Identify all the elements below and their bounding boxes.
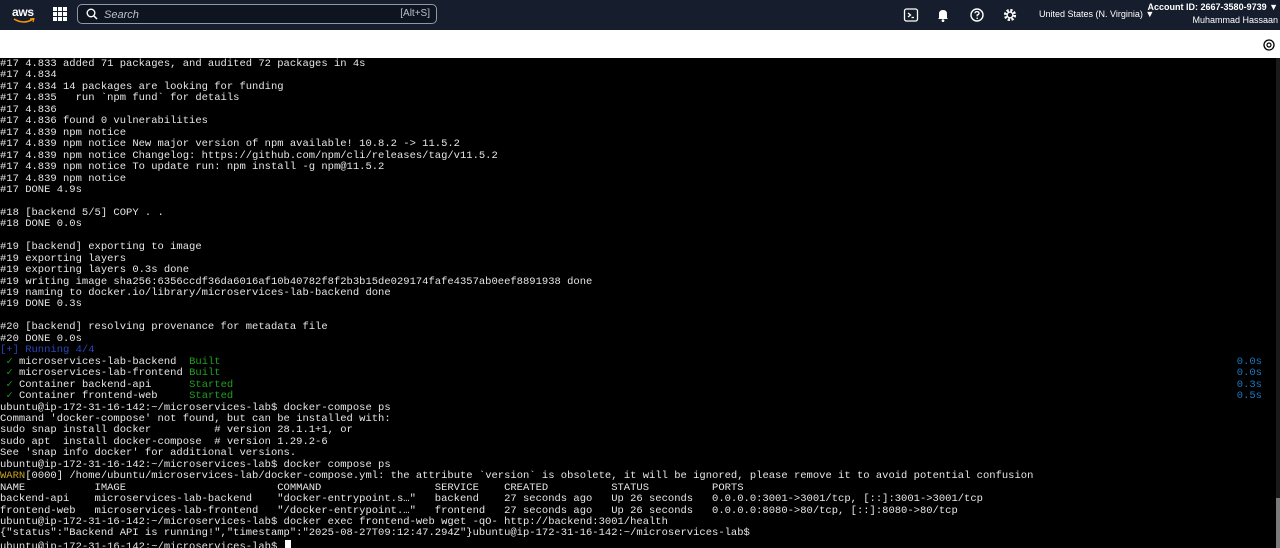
terminal-line: See 'snap info docker' for additional ve… bbox=[0, 447, 297, 460]
terminal-line: #19 naming to docker.io/library/microser… bbox=[0, 287, 391, 299]
service-duration: 0.0s bbox=[1236, 355, 1262, 368]
aws-logo-text: aws bbox=[12, 5, 34, 19]
terminal-line: #20 [backend] resolving provenance for m… bbox=[0, 321, 328, 334]
search-input[interactable] bbox=[102, 6, 386, 24]
terminal-scrollbar[interactable] bbox=[1276, 58, 1280, 548]
warn-message: [0000] /home/ubuntu/microservices-lab/do… bbox=[25, 470, 1034, 483]
service-status-line: ✓ Container frontend-web Started bbox=[0, 391, 233, 402]
service-status: Built bbox=[189, 355, 221, 368]
terminal-line: #19 exporting layers 0.3s done bbox=[0, 264, 190, 277]
terminal-line: sudo snap install docker # version 28.1.… bbox=[0, 424, 353, 437]
terminal-line: #17 4.835 run `npm fund` for details bbox=[0, 92, 240, 105]
user-name: Muhammad Hassaan bbox=[1192, 15, 1278, 25]
service-duration: 0.0s bbox=[1236, 367, 1262, 380]
terminal-line: #17 4.839 npm notice bbox=[0, 126, 127, 139]
bell-icon[interactable] bbox=[935, 7, 951, 23]
warning-line: WARN[0000] /home/ubuntu/microservices-la… bbox=[0, 471, 1033, 482]
terminal-line: #19 DONE 0.3s bbox=[0, 298, 82, 311]
terminal-line: {"status":"Backend API is running!","tim… bbox=[0, 527, 750, 540]
region-selector[interactable]: United States (N. Virginia) ▼ bbox=[1039, 9, 1154, 19]
running-status-line: [+] Running 4/4 bbox=[0, 344, 95, 357]
search-bar[interactable]: [Alt+S] bbox=[77, 4, 437, 24]
terminal-line: #19 exporting layers bbox=[0, 252, 127, 265]
check-icon: ✓ bbox=[6, 378, 13, 391]
terminal-line: #17 4.836 bbox=[0, 103, 57, 116]
terminal-line: ubuntu@ip-172-31-16-142:~/microservices-… bbox=[0, 401, 391, 414]
terminal-line: ubuntu@ip-172-31-16-142:~/microservices-… bbox=[0, 516, 668, 528]
terminal-line: #17 4.839 npm notice bbox=[0, 172, 127, 185]
service-duration: 0.5s bbox=[1236, 390, 1262, 403]
terminal-output[interactable]: #17 4.833 added 71 packages, and audited… bbox=[0, 58, 1276, 548]
service-status: Built bbox=[189, 367, 221, 380]
terminal-line: #17 4.836 found 0 vulnerabilities bbox=[0, 115, 208, 128]
terminal-line: backend-api microservices-lab-backend "d… bbox=[0, 493, 983, 506]
aws-logo[interactable]: aws bbox=[11, 4, 35, 26]
terminal-line: #18 [backend 5/5] COPY . . bbox=[0, 206, 164, 219]
scrollbar-thumb[interactable] bbox=[1276, 498, 1280, 548]
help-icon[interactable] bbox=[969, 7, 985, 23]
service-name: microservices-lab-frontend bbox=[18, 367, 183, 380]
service-status-line: ✓ Container backend-api Started bbox=[0, 378, 234, 391]
service-name: microservices-lab-backend bbox=[18, 355, 183, 368]
search-icon bbox=[86, 8, 98, 20]
settings-icon[interactable] bbox=[1263, 39, 1275, 51]
cloudshell-icon[interactable] bbox=[903, 7, 919, 23]
account-menu[interactable]: Account ID: 2667-3580-9739 ▼ Muhammad Ha… bbox=[1148, 1, 1278, 27]
shell-prompt: ubuntu@ip-172-31-16-142:~/microservices-… bbox=[0, 539, 291, 548]
terminal-line: NAME IMAGE COMMAND SERVICE CREATED STATU… bbox=[0, 481, 744, 494]
gear-icon[interactable] bbox=[1002, 7, 1018, 23]
terminal-line: #18 DONE 0.0s bbox=[0, 218, 82, 231]
warn-prefix: WARN bbox=[0, 470, 26, 483]
service-duration: 0.3s bbox=[1236, 378, 1262, 391]
check-icon: ✓ bbox=[6, 367, 13, 380]
terminal-line: sudo apt install docker-compose # versio… bbox=[0, 435, 328, 448]
check-icon: ✓ bbox=[6, 355, 13, 368]
terminal-line: #17 4.839 npm notice To update run: npm … bbox=[0, 161, 385, 174]
service-status-line: ✓ microservices-lab-backend Built bbox=[0, 355, 221, 368]
account-id: Account ID: 2667-3580-9739 ▼ bbox=[1147, 2, 1278, 12]
prompt-text: ubuntu@ip-172-31-16-142:~/microservices-… bbox=[0, 540, 284, 548]
aws-top-navigation-bar: aws [Alt+S] United States (N. Vir bbox=[0, 0, 1280, 30]
terminal-line: #17 4.839 npm notice New major version o… bbox=[0, 138, 460, 151]
aws-smile-icon bbox=[13, 18, 35, 23]
terminal-line: #20 DONE 0.0s bbox=[0, 332, 82, 345]
terminal-line: #17 DONE 4.9s bbox=[0, 183, 82, 196]
check-icon: ✓ bbox=[6, 390, 13, 403]
terminal-line: #19 writing image sha256:6356ccdf36da601… bbox=[0, 275, 593, 288]
terminal-line: #17 4.833 added 71 packages, and audited… bbox=[0, 58, 366, 70]
services-menu-icon[interactable] bbox=[53, 7, 67, 21]
service-name: Container frontend-web bbox=[18, 390, 183, 403]
service-status: Started bbox=[189, 390, 234, 403]
terminal-cursor bbox=[284, 539, 291, 548]
terminal-line: #19 [backend] exporting to image bbox=[0, 241, 202, 254]
service-status-line: ✓ microservices-lab-frontend Built bbox=[0, 367, 221, 380]
service-name: Container backend-api bbox=[18, 378, 183, 391]
terminal-line: #17 4.834 bbox=[0, 69, 57, 82]
search-shortcut-hint: [Alt+S] bbox=[400, 8, 430, 19]
terminal-line: frontend-web microservices-lab-frontend … bbox=[0, 504, 958, 517]
cloudshell-toolbar bbox=[0, 30, 1280, 58]
service-status: Started bbox=[189, 378, 234, 391]
terminal-line: #17 4.839 npm notice Changelog: https://… bbox=[0, 149, 498, 162]
terminal-line: Command 'docker-compose' not found, but … bbox=[0, 412, 391, 425]
